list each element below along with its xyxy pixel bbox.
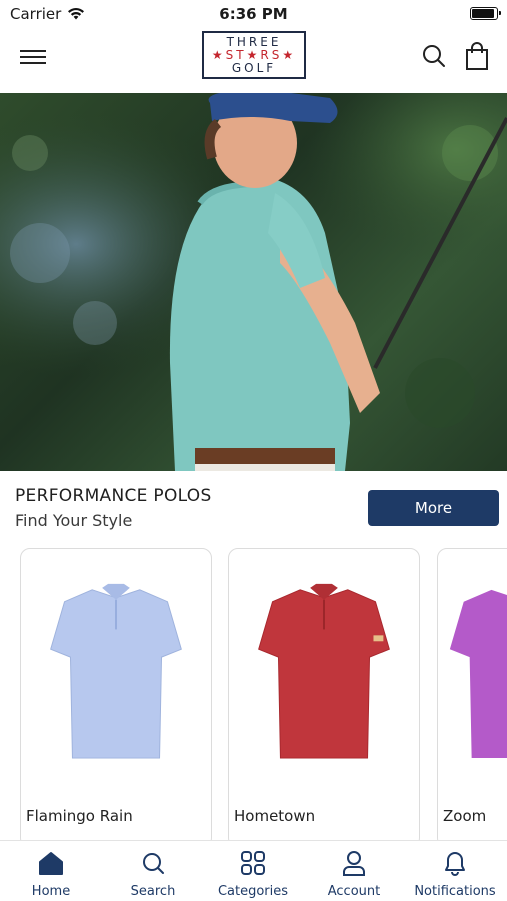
tab-label: Categories: [217, 884, 289, 899]
product-name: Hometown: [234, 807, 316, 825]
section-subtitle: Find Your Style: [15, 511, 133, 530]
tab-label: Home: [31, 884, 71, 899]
section-title: PERFORMANCE POLOS: [15, 486, 212, 506]
hero-banner-image[interactable]: [0, 93, 507, 471]
app-header: THREE ★ST★RS★ GOLF: [0, 28, 507, 92]
tab-categories[interactable]: Categories: [203, 841, 303, 901]
tab-label: Search: [130, 884, 176, 899]
polo-shirt-image: [258, 583, 390, 759]
grid-icon: [241, 851, 265, 875]
status-bar: Carrier 6:36 PM: [0, 0, 507, 28]
home-icon: [39, 852, 63, 875]
search-icon: [143, 853, 164, 874]
product-card[interactable]: Flamingo Rain: [20, 548, 212, 842]
tab-label: Account: [327, 884, 381, 899]
logo-text-bottom: GOLF: [231, 61, 277, 75]
product-card[interactable]: Hometown: [228, 548, 420, 842]
polo-shirt-image: [50, 583, 182, 759]
polo-shirt-image: [449, 589, 507, 759]
search-icon[interactable]: [421, 43, 447, 69]
user-icon: [343, 851, 365, 876]
status-time: 6:36 PM: [219, 5, 288, 23]
tab-account[interactable]: Account: [304, 841, 404, 901]
more-button[interactable]: More: [368, 490, 499, 526]
brand-logo[interactable]: THREE ★ST★RS★ GOLF: [202, 31, 306, 79]
tab-home[interactable]: Home: [1, 841, 101, 901]
tab-search[interactable]: Search: [103, 841, 203, 901]
golfer-photo: [0, 93, 507, 471]
tab-notifications[interactable]: Notifications: [405, 841, 505, 901]
product-carousel[interactable]: Flamingo Rain Hometown Zoom: [0, 548, 507, 842]
product-card[interactable]: Zoom: [437, 548, 507, 842]
shopping-bag-icon[interactable]: [464, 41, 490, 71]
tab-label: Notifications: [414, 884, 496, 899]
product-name: Zoom: [443, 807, 487, 825]
product-name: Flamingo Rain: [26, 807, 133, 825]
performance-polos-section: PERFORMANCE POLOS Find Your Style More: [0, 472, 507, 542]
bell-icon: [445, 852, 465, 876]
battery-icon: [470, 7, 501, 20]
hamburger-menu-icon[interactable]: [20, 46, 48, 70]
bottom-tab-bar: Home Search Categories Account Notificat…: [0, 840, 507, 901]
